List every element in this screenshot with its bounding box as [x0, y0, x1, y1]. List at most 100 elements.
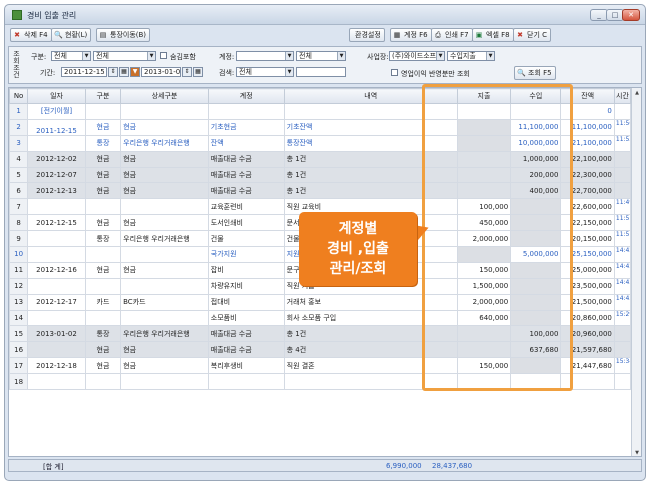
cell-account[interactable]: 매출대금 수금	[207, 325, 285, 343]
cell-detail[interactable]: 현금	[120, 182, 209, 200]
cell-no[interactable]: 18	[9, 373, 29, 391]
cell-no[interactable]: 4	[9, 150, 29, 168]
cell-date[interactable]: 2012-12-13	[27, 182, 86, 200]
cell-type[interactable]: 현금	[84, 166, 122, 184]
cell-time[interactable]	[613, 166, 632, 184]
cell-account[interactable]: 도서인쇄비	[207, 214, 285, 232]
cell-no[interactable]: 8	[9, 214, 29, 232]
cell-type[interactable]	[84, 309, 122, 327]
column-header[interactable]: 시간	[613, 88, 632, 104]
account2-select[interactable]: 전체 ▼	[296, 51, 346, 61]
cell-date[interactable]	[27, 246, 86, 263]
cell-detail[interactable]	[120, 309, 209, 327]
cell-type[interactable]: 카드	[84, 293, 122, 311]
move-account-button[interactable]: ▤ 통장이동(B)	[96, 28, 151, 42]
cell-detail[interactable]	[120, 103, 209, 120]
scroll-down-icon[interactable]: ▼	[632, 448, 641, 456]
print-button[interactable]: ⎙ 인쇄 F7	[431, 28, 473, 42]
cell-time[interactable]: 11:53	[613, 134, 632, 152]
cell-detail[interactable]: 현금	[120, 261, 209, 279]
cell-detail[interactable]: 현금	[120, 341, 209, 359]
cell-time[interactable]: 11:50	[613, 118, 632, 136]
cell-type[interactable]: 현금	[84, 341, 122, 359]
cell-type[interactable]	[84, 277, 122, 295]
column-header[interactable]: 계정	[207, 88, 285, 104]
cell-account[interactable]: 복리후생비	[207, 357, 285, 375]
cell-time[interactable]: 11:49	[613, 198, 632, 216]
scroll-up-icon[interactable]: ▲	[632, 88, 641, 98]
cell-date[interactable]: 2012-12-17	[27, 293, 86, 311]
stepper-icon[interactable]: ⇕	[108, 67, 118, 77]
cell-date[interactable]: 2013-01-02	[27, 325, 86, 343]
cell-account[interactable]	[207, 373, 285, 391]
cell-no[interactable]: 16	[9, 341, 29, 359]
cell-account[interactable]: 소모품비	[207, 309, 285, 327]
query-button[interactable]: 🔍 조회 F5	[514, 66, 556, 80]
cell-date[interactable]: 2012-12-07	[27, 166, 86, 184]
column-header[interactable]: 구분	[84, 88, 122, 104]
cell-time[interactable]	[613, 325, 632, 343]
cell-detail[interactable]	[120, 198, 209, 216]
account-select[interactable]: ▼	[236, 51, 294, 61]
cell-account[interactable]: 교육훈련비	[207, 198, 285, 216]
cell-type[interactable]: 현금	[84, 182, 122, 200]
cell-account[interactable]: 잔액	[207, 134, 285, 152]
biz2-select[interactable]: 수입지출 ▼	[447, 51, 495, 61]
include-hidden-checkbox[interactable]	[160, 52, 167, 59]
cell-detail[interactable]: 우리은행 우리거래은행	[120, 134, 209, 152]
cell-time[interactable]: 14:43	[613, 293, 632, 311]
status-button[interactable]: 🔍 현황(L)	[51, 28, 92, 42]
excel-button[interactable]: ▣ 엑셀 F8	[472, 28, 514, 42]
cell-account[interactable]	[207, 103, 285, 120]
cell-detail[interactable]: 현금	[120, 118, 209, 136]
cell-time[interactable]: 15:29	[613, 309, 632, 327]
cell-detail[interactable]: 현금	[120, 166, 209, 184]
cell-account[interactable]: 매출대금 수금	[207, 341, 285, 359]
cell-no[interactable]: 1	[9, 103, 29, 120]
biz-select[interactable]: (주)와이드소프트 ▼	[389, 51, 445, 61]
cell-account[interactable]: 매출대금 수금	[207, 166, 285, 184]
vertical-scrollbar[interactable]: ▲ ▼	[631, 88, 641, 456]
cell-no[interactable]: 14	[9, 309, 29, 327]
cell-time[interactable]	[613, 182, 632, 200]
to-date-input[interactable]: 2013-01-02	[141, 67, 181, 77]
cell-date[interactable]: 2012-12-18	[27, 357, 86, 375]
cell-no[interactable]: 10	[9, 246, 29, 263]
dropdown-arrow-icon[interactable]: ▼	[130, 67, 140, 77]
stepper-icon[interactable]: ⇕	[182, 67, 192, 77]
cell-type[interactable]: 현금	[84, 150, 122, 168]
cell-type[interactable]: 현금	[84, 214, 122, 232]
cell-date[interactable]	[27, 277, 86, 295]
from-date-input[interactable]: 2011-12-15	[61, 67, 107, 77]
cell-time[interactable]: 11:51	[613, 230, 632, 248]
cell-type[interactable]	[84, 373, 122, 391]
cell-time[interactable]	[613, 373, 632, 391]
close-button[interactable]: ✖ 닫기 C	[513, 28, 551, 42]
column-header[interactable]: No	[9, 88, 29, 104]
cell-date[interactable]: [전기이월]	[27, 103, 86, 120]
calendar-icon[interactable]: ▦	[119, 67, 129, 77]
cell-detail[interactable]: 현금	[120, 150, 209, 168]
cell-type[interactable]: 통장	[84, 325, 122, 343]
cell-type[interactable]: 현금	[84, 357, 122, 375]
cell-detail[interactable]: 현금	[120, 357, 209, 375]
cell-time[interactable]: 15:34	[613, 357, 632, 375]
cell-date[interactable]	[27, 230, 86, 248]
cell-type[interactable]	[84, 246, 122, 263]
cell-account[interactable]: 건물	[207, 230, 285, 248]
cell-account[interactable]: 국가지원	[207, 246, 285, 263]
cell-time[interactable]: 14:43	[613, 277, 632, 295]
cell-account[interactable]: 기초현금	[207, 118, 285, 136]
cell-account[interactable]: 매출대금 수금	[207, 150, 285, 168]
cell-date[interactable]: 2012-12-02	[27, 150, 86, 168]
cell-date[interactable]	[27, 198, 86, 216]
cell-type[interactable]: 통장	[84, 134, 122, 152]
cell-no[interactable]: 17	[9, 357, 29, 375]
cell-detail[interactable]: 우리은행 우리거래은행	[120, 325, 209, 343]
cell-no[interactable]: 9	[9, 230, 29, 248]
cell-time[interactable]	[613, 103, 632, 120]
cell-date[interactable]: 2012-12-15	[27, 214, 86, 232]
type-select[interactable]: 전체 ▼	[51, 51, 91, 61]
cell-detail[interactable]	[120, 277, 209, 295]
cell-date[interactable]	[27, 341, 86, 359]
